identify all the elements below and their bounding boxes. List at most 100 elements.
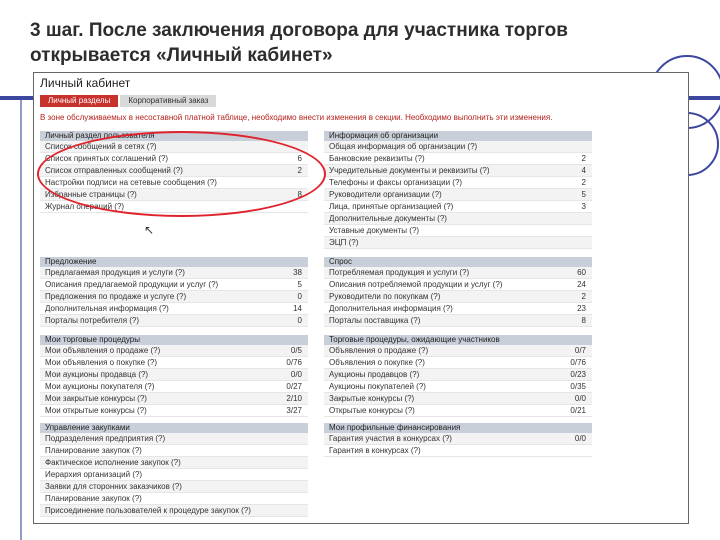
panel-row-link[interactable]: Общая информация об организации (?) [324,141,592,153]
panel-row-link[interactable]: Мои закрытые конкурсы (?) 2/10 [40,393,308,405]
panel-row-link[interactable]: Потребляемая продукция и услуги (?) 60 [324,267,592,279]
panel-row-link[interactable]: Мои открытые конкурсы (?) 3/27 [40,405,308,417]
panel-heading: Мои профильные финансирования [324,423,592,433]
panel-row-link[interactable]: Планирование закупок (?) [40,493,308,505]
row-label: Мои объявления о покупке (?) [45,358,158,367]
row-label: Гарантия в конкурсах (?) [329,446,421,455]
panel-row-link[interactable]: Описания предлагаемой продукции и услуг … [40,279,308,291]
panel-heading: Предложение [40,257,308,267]
panel-row-link[interactable]: Банковские реквизиты (?) 2 [324,153,592,165]
panel: Торговые процедуры, ожидающие участников… [324,335,592,417]
panel-row-link[interactable]: ЭЦП (?) [324,237,592,249]
row-label: Порталы потребителя (?) [45,316,140,325]
row-label: Уставные документы (?) [329,226,420,235]
row-label: Открытые конкурсы (?) [329,406,415,415]
panel: Управление закупками Подразделения предпр… [40,423,308,517]
row-label: Описания потребляемой продукции и услуг … [329,280,503,289]
panel-row-link[interactable]: Телефоны и факсы организации (?) 2 [324,177,592,189]
panel-row-link[interactable]: Мои объявления о покупке (?) 0/76 [40,357,308,369]
tab-corporate[interactable]: Корпоративный заказ [120,95,217,107]
panel-heading: Информация об организации [324,131,592,141]
panel-row-link[interactable]: Руководители по покупкам (?) 2 [324,291,592,303]
panel-row-link[interactable]: Иерархия организаций (?) [40,469,308,481]
row-count: 0 [297,292,302,301]
tab-personal[interactable]: Личный разделы [40,95,119,107]
row-label: Телефоны и факсы организации (?) [329,178,463,187]
panel-row-link[interactable]: Дополнительные документы (?) [324,213,592,225]
slide-title: 3 шаг. После заключения договора для уча… [30,20,568,66]
panel-row-link[interactable]: Порталы поставщика (?) 8 [324,315,592,327]
panel-row-link[interactable]: Предлагаемая продукция и услуги (?) 38 [40,267,308,279]
panel-row-link[interactable]: Фактическое исполнение закупок (?) [40,457,308,469]
row-label: Дополнительная информация (?) [45,304,169,313]
row-count: 0/0 [290,370,302,379]
panel-row-link[interactable]: Лица, принятые организацией (?) 3 [324,201,592,213]
row-count: 0/5 [290,346,302,355]
row-count: 2 [581,178,586,187]
row-count: 0/7 [574,346,586,355]
row-label: Мои аукционы продавца (?) [45,370,149,379]
panel: Информация об организации Общая информаци… [324,131,592,249]
panel: Спрос Потребляемая продукция и услуги (?)… [324,257,592,327]
row-count: 4 [581,166,586,175]
row-label: Общая информация об организации (?) [329,142,478,151]
row-count: 24 [577,280,586,289]
row-label: Аукционы продавцов (?) [329,370,420,379]
row-count: 2 [581,292,586,301]
panel-row-link[interactable]: Мои аукционы продавца (?) 0/0 [40,369,308,381]
row-label: Лица, принятые организацией (?) [329,202,454,211]
row-count: 0/21 [570,406,586,415]
panel-row-link[interactable]: Присоединение пользователей к процедуре … [40,505,308,517]
panel-row-link[interactable]: Уставные документы (?) [324,225,592,237]
panel-row-link[interactable]: Открытые конкурсы (?) 0/21 [324,405,592,417]
row-label: Планирование закупок (?) [45,446,142,455]
panel-row-link[interactable]: Дополнительная информация (?) 23 [324,303,592,315]
panel-row-link[interactable]: Закрытые конкурсы (?) 0/0 [324,393,592,405]
row-count: 23 [577,304,586,313]
row-count: 0/35 [570,382,586,391]
panel-row-link[interactable]: Мои аукционы покупателя (?) 0/27 [40,381,308,393]
row-count: 60 [577,268,586,277]
row-label: Присоединение пользователей к процедуре … [45,506,251,515]
row-label: Объявления о продаже (?) [329,346,429,355]
row-count: 5 [581,190,586,199]
cabinet-title: Личный кабинет [40,76,131,90]
row-label: Закрытые конкурсы (?) [329,394,415,403]
panel-row-link[interactable]: Гарантия в конкурсах (?) [324,445,592,457]
panel-row-link[interactable]: Мои объявления о продаже (?) 0/5 [40,345,308,357]
panel-row-link[interactable]: Подразделения предприятия (?) [40,433,308,445]
panel-row-link[interactable]: Аукционы продавцов (?) 0/23 [324,369,592,381]
panel-row-link[interactable]: Предложения по продаже и услуге (?) 0 [40,291,308,303]
row-label: Гарантия участия в конкурсах (?) [329,434,452,443]
row-label: Руководители по покупкам (?) [329,292,441,301]
panel-row-link[interactable]: Гарантия участия в конкурсах (?) 0/0 [324,433,592,445]
row-label: Предлагаемая продукция и услуги (?) [45,268,185,277]
panel-heading: Спрос [324,257,592,267]
row-count: 3/27 [286,406,302,415]
row-count: 0/76 [570,358,586,367]
row-count: 0/0 [574,394,586,403]
row-label: Иерархия организаций (?) [45,470,143,479]
panel-row-link[interactable]: Заявки для сторонних заказчиков (?) [40,481,308,493]
row-count: 0/23 [570,370,586,379]
row-count: 38 [293,268,302,277]
row-label: Руководители организации (?) [329,190,442,199]
highlight-ellipse [37,131,326,217]
panel-row-link[interactable]: Руководители организации (?) 5 [324,189,592,201]
panel-row-link[interactable]: Порталы потребителя (?) 0 [40,315,308,327]
panel-row-link[interactable]: Аукционы покупателей (?) 0/35 [324,381,592,393]
panel-row-link[interactable]: Описания потребляемой продукции и услуг … [324,279,592,291]
row-label: Мои объявления о продаже (?) [45,346,161,355]
panel-row-link[interactable]: Объявления о продаже (?) 0/7 [324,345,592,357]
panel-row-link[interactable]: Дополнительная информация (?) 14 [40,303,308,315]
panel-row-link[interactable]: Учредительные документы и реквизиты (?) 4 [324,165,592,177]
row-label: Мои аукционы покупателя (?) [45,382,155,391]
row-label: Фактическое исполнение закупок (?) [45,458,181,467]
row-count: 8 [581,316,586,325]
panel: Мои торговые процедуры Мои объявления о п… [40,335,308,417]
row-label: Порталы поставщика (?) [329,316,421,325]
panel-row-link[interactable]: Объявления о покупке (?) 0/76 [324,357,592,369]
panel: Мои профильные финансирования Гарантия уч… [324,423,592,457]
panel-row-link[interactable]: Планирование закупок (?) [40,445,308,457]
cabinet-screenshot: Личный кабинет Личный разделы Корпоратив… [33,72,689,524]
